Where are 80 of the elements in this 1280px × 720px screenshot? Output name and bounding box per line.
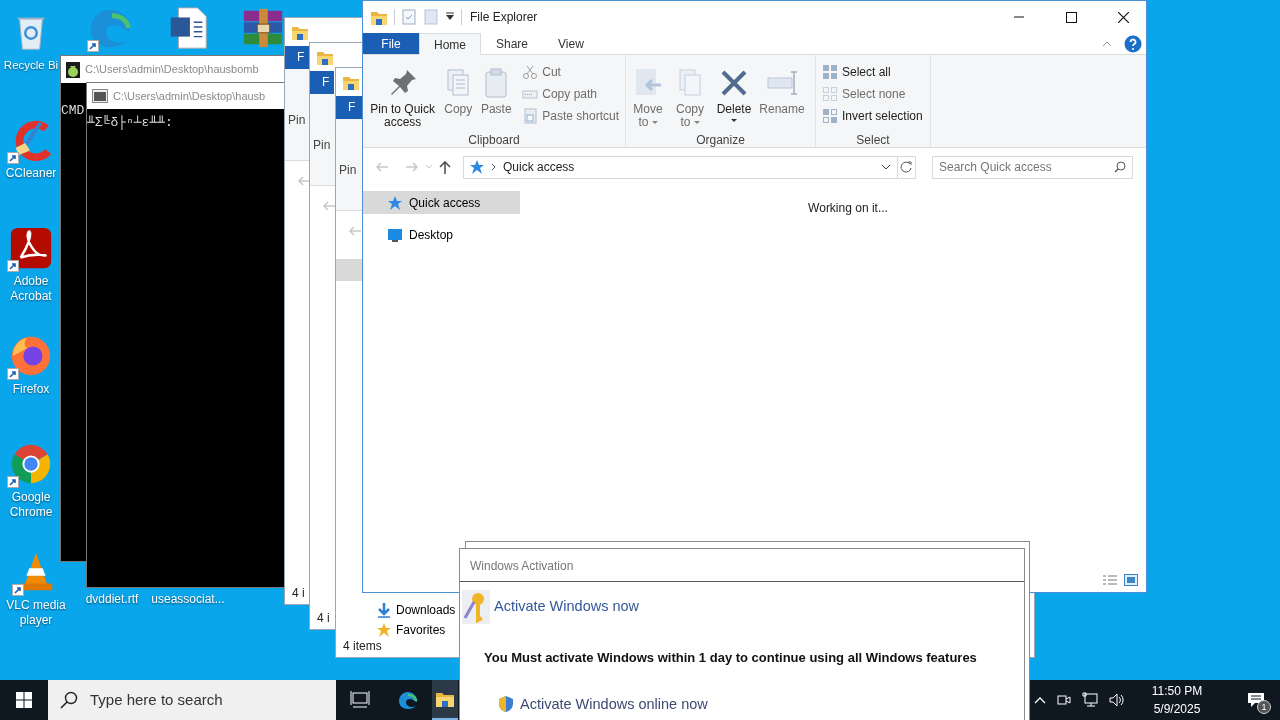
console-text: ╨Σ╚δ├ⁿ┴ε╨╨: xyxy=(87,115,173,130)
chevron-up-icon[interactable] xyxy=(1034,696,1046,704)
nav-item[interactable]: Desktop xyxy=(363,223,520,246)
select-none-icon xyxy=(822,86,838,102)
ribbon-tab[interactable]: F xyxy=(310,71,334,94)
star-icon xyxy=(469,159,485,175)
loading-text: Working on it... xyxy=(808,200,888,217)
ribbon-button[interactable]: Pin xyxy=(288,113,306,127)
dialog-title: Windows Activation xyxy=(470,559,574,573)
collapse-ribbon-icon[interactable] xyxy=(1102,40,1112,47)
ribbon-button[interactable]: Select all xyxy=(820,61,925,83)
activation-message: You Must activate Windows within 1 day to continue using all Windows features xyxy=(483,649,978,667)
star-icon xyxy=(376,622,392,638)
window-title: File Explorer xyxy=(470,9,539,26)
notification-badge: 1 xyxy=(1257,700,1271,714)
task-view-icon xyxy=(350,690,370,710)
chevron-down-icon xyxy=(881,164,891,170)
group-label: Select xyxy=(855,133,891,147)
address-bar[interactable]: Quick access xyxy=(463,155,916,179)
browser-wave-icon xyxy=(398,690,418,710)
ribbon-tab[interactable]: Home xyxy=(419,33,481,55)
ribbon-button[interactable]: Invert selection xyxy=(820,105,925,127)
ribbon-button[interactable]: Pin xyxy=(339,163,357,177)
document-icon[interactable] xyxy=(8,225,54,271)
console-icon xyxy=(92,89,108,103)
group-label: Organize xyxy=(695,133,746,147)
network-icon[interactable] xyxy=(1082,692,1098,708)
help-icon[interactable] xyxy=(1124,34,1142,53)
refresh-icon[interactable] xyxy=(897,155,915,179)
window-title: C:\Users\admin\Desktop\hausbomb xyxy=(85,62,259,78)
ribbon-button[interactable]: Pin to Quick access xyxy=(367,59,439,133)
status-text: 4 items xyxy=(343,638,382,655)
scissors-icon xyxy=(522,64,539,80)
keys-icon xyxy=(462,590,490,624)
desktop-icon xyxy=(387,226,403,243)
large-icons-view-icon[interactable] xyxy=(1124,574,1138,586)
shield-icon xyxy=(498,695,514,714)
nav-item[interactable]: Downloads xyxy=(376,600,456,620)
up-arrow-icon[interactable] xyxy=(439,160,451,174)
properties-icon[interactable] xyxy=(401,9,417,25)
taskbar-app[interactable] xyxy=(432,680,458,720)
clock-time[interactable]: 11:50 PM xyxy=(1151,682,1203,700)
windows-logo-icon xyxy=(16,692,32,708)
ribbon-tab[interactable]: View xyxy=(543,33,599,54)
nav-item[interactable]: Favorites xyxy=(376,620,446,640)
ribbon-tab[interactable]: F xyxy=(285,46,309,69)
back-arrow-icon xyxy=(322,200,336,212)
clipboard-shortcut-icon xyxy=(522,108,539,124)
ribbon-button[interactable]: Pin xyxy=(313,138,331,152)
select-all-icon xyxy=(822,64,838,80)
ribbon-button[interactable]: Delete xyxy=(714,59,754,133)
volume-icon[interactable] xyxy=(1108,692,1124,708)
window-title: C:\Users\admin\Desktop\hausb xyxy=(113,88,266,104)
ribbon-tab[interactable]: File xyxy=(363,33,419,54)
status-text: 4 i xyxy=(292,585,305,602)
dropdown-icon[interactable] xyxy=(445,12,455,22)
group-label: Clipboard xyxy=(467,133,521,147)
back-arrow-icon xyxy=(348,225,362,237)
camera-icon[interactable] xyxy=(1056,692,1072,708)
close-icon xyxy=(1117,11,1129,23)
back-arrow-icon xyxy=(297,175,311,187)
star-icon xyxy=(387,194,403,211)
clock-date[interactable]: 5/9/2025 xyxy=(1153,700,1201,718)
nav-item[interactable]: Quick access xyxy=(363,191,520,214)
download-arrow-icon xyxy=(376,602,392,618)
search-icon xyxy=(1114,161,1126,173)
invert-selection-icon xyxy=(822,108,838,124)
chevron-right-icon xyxy=(491,163,497,171)
notification-button[interactable]: 1 xyxy=(1232,680,1280,720)
ribbon-tab[interactable]: F xyxy=(336,96,362,119)
search-field[interactable]: Search Quick access xyxy=(932,155,1133,179)
activate-link[interactable]: Activate Windows now xyxy=(494,596,640,618)
search-icon xyxy=(60,691,78,709)
console-text: CMD xyxy=(61,103,85,118)
money-bag-icon xyxy=(66,61,80,78)
activate-online-link[interactable]: Activate Windows online now xyxy=(520,693,708,716)
ribbon-tab[interactable]: Share xyxy=(481,33,544,54)
maximize-icon xyxy=(1065,11,1077,23)
search-field[interactable]: Type here to search xyxy=(48,680,336,720)
status-text: 4 i xyxy=(317,610,330,627)
